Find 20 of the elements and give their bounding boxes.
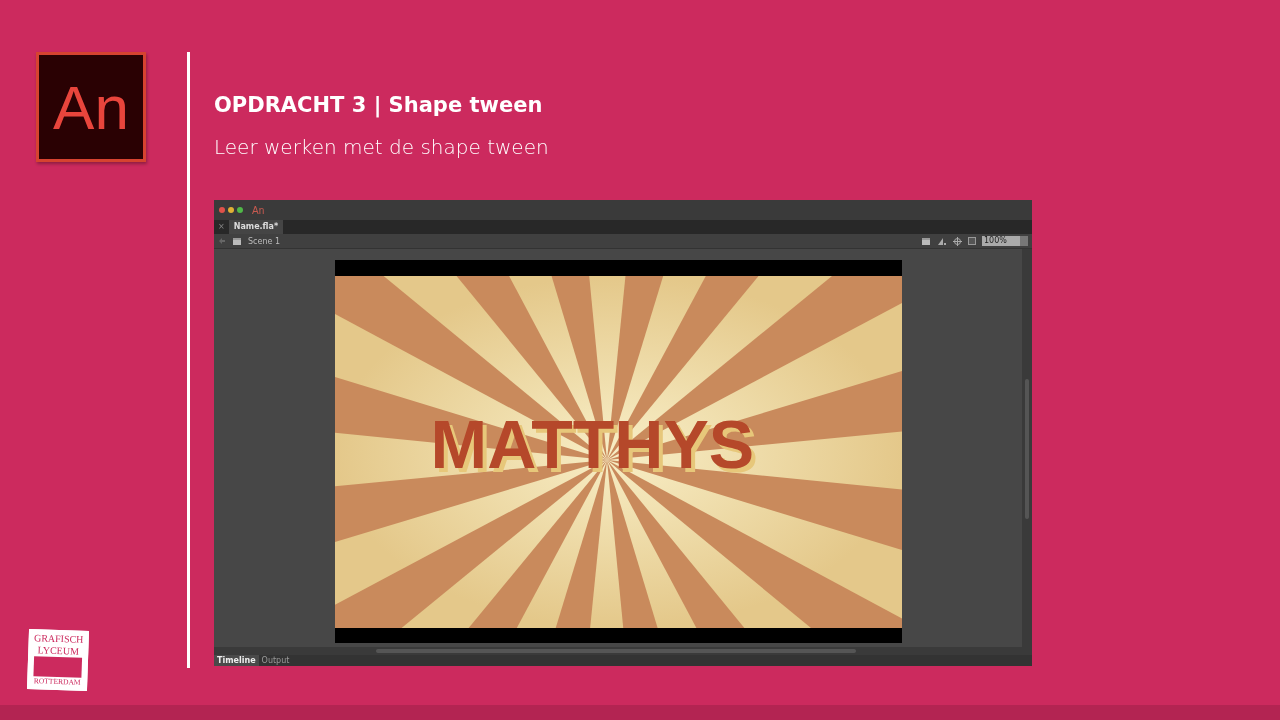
scene-label: Scene 1 bbox=[248, 236, 281, 246]
square-icon[interactable] bbox=[968, 237, 976, 245]
slide-title: OPDRACHT 3 | Shape tween bbox=[214, 92, 544, 118]
app-logo: An bbox=[36, 52, 146, 162]
logo-text: LYCEUM bbox=[37, 644, 80, 658]
document-tab[interactable]: Name.fla* bbox=[228, 220, 284, 234]
close-icon[interactable]: × bbox=[214, 220, 229, 234]
crosshair-icon[interactable] bbox=[953, 236, 962, 246]
shapes-icon[interactable] bbox=[937, 236, 947, 246]
clapperboard-icon bbox=[232, 236, 242, 246]
panel-tab[interactable]: Output bbox=[258, 655, 293, 666]
stage-title-text: MATTHYS bbox=[430, 404, 756, 484]
horizontal-scrollbar[interactable] bbox=[214, 647, 1022, 655]
logo-window bbox=[33, 656, 83, 678]
app-logo: An bbox=[252, 204, 265, 216]
logo-text: GRAFISCH bbox=[33, 632, 84, 646]
clapperboard-icon[interactable] bbox=[921, 236, 931, 246]
slide-subtitle: Leer werken met de shape tween bbox=[214, 134, 550, 160]
panel-tab[interactable]: Timeline bbox=[214, 655, 259, 666]
zoom-dropdown[interactable]: 100% bbox=[982, 236, 1028, 246]
